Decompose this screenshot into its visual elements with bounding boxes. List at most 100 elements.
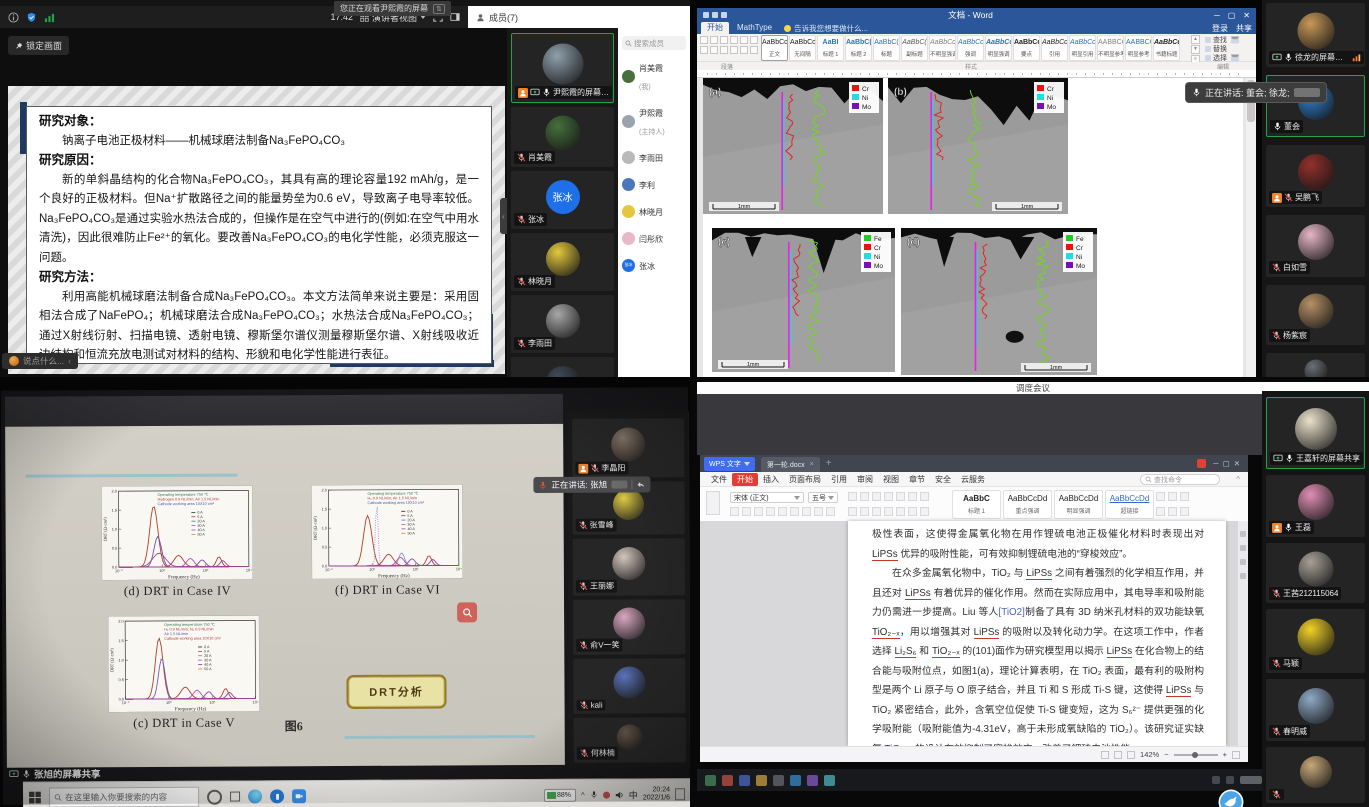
taskbar-app-icon[interactable] [722,775,733,786]
video-tile[interactable] [1266,353,1365,377]
collapse-ribbon-icon[interactable]: ^ [1236,475,1240,484]
style-chip[interactable]: AaBbCcDd 重点强调 [1003,490,1052,519]
member-item[interactable]: 李雨田 [622,148,688,166]
style-chip[interactable]: AaBbC( 副标题 [901,35,928,61]
taskbar-search-input[interactable]: 在这里输入你要搜索的内容 [49,787,199,807]
ruler[interactable] [697,70,1256,78]
close-tab-icon[interactable]: × [810,461,814,468]
style-chip[interactable]: AaBbCcD 明显强调 [985,35,1012,61]
style-chip[interactable]: AABBCCD 不明显参考 [1097,35,1124,61]
assistant-bird-icon[interactable] [1218,789,1244,807]
style-chip[interactable]: AaBbCcD 正文 [761,35,788,61]
notification-center-icon[interactable] [675,788,685,800]
video-tile[interactable]: 吴鹏飞 [1266,145,1365,207]
taskbar-app-icon[interactable] [705,775,716,786]
style-chip[interactable]: AaBbCcD 无间隔 [789,35,816,61]
paragraph-tools[interactable] [848,492,929,501]
video-tile[interactable]: 林晓月 [511,233,614,291]
video-tile[interactable]: 白如雪 [1266,215,1365,277]
editing-button[interactable]: 选择 [1205,53,1255,62]
style-chip[interactable]: AaBbCcDd 明显强调 [1054,490,1103,519]
taskbar-app-icon[interactable] [824,775,835,786]
side-toolbar[interactable] [1238,521,1248,746]
member-item[interactable]: 林晓月 [622,202,688,220]
menu-item[interactable]: 安全 [930,473,956,486]
more-tools[interactable] [1156,492,1189,501]
video-tile[interactable] [1266,747,1365,803]
style-chip[interactable]: AaBbCcD 强调 [957,35,984,61]
video-tile[interactable]: 王嘉轩的屏幕共享 [1266,397,1365,469]
paragraph-tools-row2[interactable] [848,507,929,516]
menu-item[interactable]: 引用 [826,473,852,486]
tray-icon[interactable] [1212,776,1220,784]
style-chip[interactable]: AABBCCD 明显参考 [1125,35,1152,61]
share-button[interactable]: 共享 [1236,23,1252,34]
tellme-box[interactable]: 告诉我您想要做什么... [784,23,868,34]
fullscreen-icon[interactable] [1232,751,1240,759]
quick-access-toolbar[interactable] [703,12,727,18]
video-tile[interactable]: 肖美霞 [511,107,614,167]
clipboard-tools[interactable] [706,491,720,515]
video-tile[interactable]: 尹熙霞的屏幕共享 [511,33,614,103]
video-tile[interactable]: 杨紫宸 [1266,285,1365,345]
taskbar-app-icon[interactable] [756,775,767,786]
task-view-icon[interactable] [230,792,240,802]
cortana-icon[interactable] [207,789,222,804]
menu-item[interactable]: 审阅 [852,473,878,486]
style-chip[interactable]: AaBbCcD 不明显强调 [929,35,956,61]
meeting-app-icon[interactable] [292,789,306,803]
ime-indicator[interactable]: 中 [629,788,638,801]
member-item[interactable]: 闫彤欣 [622,229,688,247]
menu-item[interactable]: 云服务 [956,473,990,486]
minimize-button[interactable]: ─ [1214,11,1220,20]
video-tile[interactable]: 王丽娜 [573,538,685,596]
member-item[interactable]: 肖美霞 (我) [622,58,688,94]
switch-view-icon[interactable]: ⇅ [433,4,445,14]
chat-input[interactable]: 说点什么... ‹ [2,353,78,369]
menu-item[interactable]: 插入 [758,473,784,486]
close-button[interactable]: ✕ [1243,11,1250,20]
menu-item[interactable]: 文件 [706,473,732,486]
ribbon-tab[interactable]: 开始 [701,22,729,34]
restore-button[interactable]: ▢ [1228,11,1236,20]
menu-item[interactable]: 章节 [904,473,930,486]
member-item[interactable]: 张冰 张冰 [622,256,688,274]
member-item[interactable]: 尹熙霞 (主持人) [622,103,688,139]
gallery-scroll-buttons[interactable]: ▲▼≡ [1191,35,1200,64]
citation-link[interactable]: [TiO2] [999,607,1025,618]
video-tile[interactable]: 王茜212115064 [1266,543,1365,603]
video-tile[interactable]: 马颖 [1266,609,1365,673]
edge-browser-icon[interactable] [248,789,262,803]
view-mode-icon[interactable] [1127,751,1135,759]
sign-in-button[interactable]: 登录 [1212,23,1228,34]
view-mode-icon[interactable] [1114,751,1122,759]
tray-expand-icon[interactable]: ^ [581,790,585,799]
video-tile[interactable]: 何林楠 [574,717,686,763]
document-tab[interactable]: 第一轮.docx× [761,457,820,472]
recording-tray-icon[interactable] [603,791,610,798]
font-format-tools[interactable] [730,507,835,516]
mic-tray-icon[interactable] [590,791,598,799]
video-tile[interactable]: 张冰张冰 [511,171,614,229]
magnifier-tool-icon[interactable] [457,602,477,622]
style-chip[interactable]: AaBbCcD 要点 [1013,35,1040,61]
paragraph-tools[interactable] [700,36,758,54]
start-button[interactable] [29,792,41,804]
video-tile[interactable]: 春明威 [1266,679,1365,741]
style-chip[interactable]: AaBbCcD 明显引用 [1069,35,1096,61]
scrollbar[interactable] [1246,78,1256,377]
view-mode-icon[interactable] [1101,751,1109,759]
taskbar-app-icon[interactable] [739,775,750,786]
speaker-icon[interactable] [615,790,624,799]
zoom-in-button[interactable]: + [1223,750,1227,759]
menu-item[interactable]: 页面布局 [784,473,826,486]
shield-icon[interactable] [26,12,37,23]
layout-panel-icon[interactable] [450,12,460,22]
info-icon[interactable] [8,12,19,23]
ribbon-tab[interactable]: MathType [731,22,778,34]
battery-indicator[interactable]: 88% [544,788,576,801]
style-chip[interactable]: AaBbCcD 引用 [1041,35,1068,61]
wps-app-button[interactable]: WPS 文字 [704,457,755,471]
style-chip[interactable]: AaBbC 标题 1 [952,490,1001,519]
document-text[interactable]: 极性表面，这使得金属氧化物在用作锂硫电池正极催化材料时表现出对 LiPSs 优异… [872,525,1204,747]
